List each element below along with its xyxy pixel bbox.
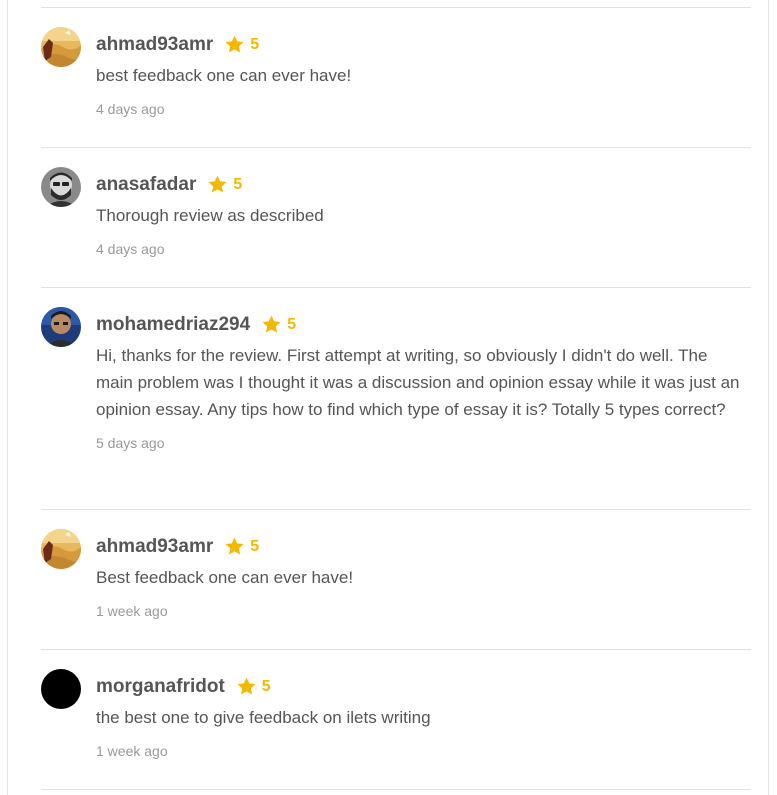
username[interactable]: morganafridot [96,677,225,696]
divider [41,649,751,650]
rating-value: 5 [233,176,243,193]
review-comment: best feedback one can ever have! [96,66,352,85]
rating: 5 [236,676,271,697]
review-comment: the best one to give feedback on ilets w… [96,708,431,727]
rating: 5 [224,34,259,55]
avatar[interactable] [41,307,81,347]
review-comment: Thorough review as described [96,206,324,225]
desert-landscape-avatar-icon [41,27,81,67]
divider [41,147,751,148]
divider [41,789,751,790]
bearded-man-avatar-icon [41,167,81,207]
review-time: 5 days ago [96,435,165,451]
star-icon [225,35,244,53]
username[interactable]: anasafadar [96,175,196,194]
review-time: 1 week ago [96,603,168,619]
review-time: 4 days ago [96,101,165,117]
rating-value: 5 [250,36,260,53]
star-icon [237,677,256,695]
rating: 5 [207,174,242,195]
review-comment: Best feedback one can ever have! [96,568,354,587]
black-circle-avatar-icon [41,669,81,709]
divider [41,287,751,288]
reviews-panel: ahmad93amr 5 best feedback one can ever … [7,0,769,795]
avatar[interactable] [41,669,81,709]
username[interactable]: ahmad93amr [96,537,213,556]
star-icon [225,537,244,555]
star-icon [262,315,281,333]
avatar[interactable] [41,529,81,569]
man-portrait-avatar-icon [41,307,81,347]
rating-value: 5 [287,316,297,333]
avatar[interactable] [41,167,81,207]
avatar[interactable] [41,27,81,67]
divider [41,7,751,8]
review-time: 1 week ago [96,743,168,759]
review-comment: Hi, thanks for the review. First attempt… [96,346,740,419]
username[interactable]: ahmad93amr [96,35,213,54]
divider [41,509,751,510]
rating-value: 5 [250,538,260,555]
rating-value: 5 [261,678,271,695]
desert-landscape-avatar-icon [41,529,81,569]
rating: 5 [224,536,259,557]
review-time: 4 days ago [96,241,165,257]
rating: 5 [261,314,296,335]
star-icon [208,175,227,193]
username[interactable]: mohamedriaz294 [96,315,250,334]
